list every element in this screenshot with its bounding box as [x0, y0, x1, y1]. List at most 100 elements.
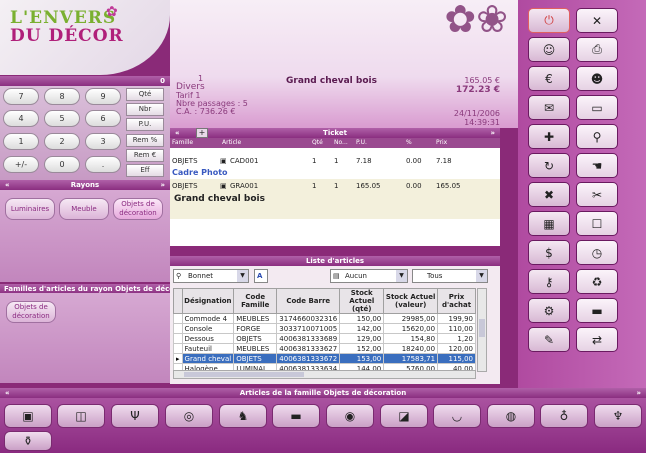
settings-icon[interactable]: ⚙ — [528, 298, 570, 323]
article-tray-icon[interactable]: ▬ — [272, 404, 320, 428]
article-cards-icon[interactable]: ◪ — [380, 404, 428, 428]
refresh-icon[interactable]: ↻ — [528, 153, 570, 178]
article-jar-icon[interactable]: ⚱ — [4, 431, 52, 451]
trash-icon[interactable]: ✖ — [528, 182, 570, 207]
power-icon[interactable]: ⏻ — [528, 8, 570, 33]
ticket-pct: 0.00 — [406, 157, 422, 165]
horizontal-scrollbar[interactable] — [173, 370, 476, 379]
ticket-row[interactable]: OBJETS ▣ CAD001 1 1 7.18 0.00 7.18 — [170, 156, 500, 166]
col-prix: Prix — [434, 138, 500, 148]
chat-icon[interactable]: ✉ — [528, 95, 570, 120]
recycle-icon[interactable]: ♻ — [576, 269, 618, 294]
key-dot[interactable]: . — [85, 156, 121, 173]
card-icon[interactable]: ▭ — [576, 95, 618, 120]
nbr-button[interactable]: Nbr — [126, 103, 164, 116]
article-vase-icon[interactable]: ♁ — [540, 404, 588, 428]
key-3[interactable]: 3 — [85, 133, 121, 150]
chevron-down-icon[interactable]: ▼ — [396, 270, 407, 282]
collapse-icon[interactable]: « — [175, 128, 180, 138]
scroll-right-icon[interactable]: » — [636, 388, 641, 398]
scope-combo[interactable]: Tous ▼ — [412, 269, 488, 283]
eff-button[interactable]: Eff — [126, 164, 164, 177]
rem-euro-button[interactable]: Rem € — [126, 149, 164, 162]
gift-icon[interactable]: ✚ — [528, 124, 570, 149]
col-code-barre[interactable]: Code Barre — [276, 288, 341, 314]
key-icon[interactable]: ⚷ — [528, 269, 570, 294]
list-header: Liste d'articles — [170, 256, 500, 266]
transfer-icon[interactable]: ⇄ — [576, 327, 618, 352]
euro-icon[interactable]: € — [528, 66, 570, 91]
col-stock-valeur[interactable]: Stock Actuel (valeur) — [383, 288, 439, 314]
scissors-icon[interactable]: ✂ — [576, 182, 618, 207]
qte-button[interactable]: Qté — [126, 88, 164, 101]
famille-objets-decoration[interactable]: Objets de décoration — [6, 301, 56, 323]
alpha-filter-button[interactable]: A — [254, 269, 268, 283]
col-prix-achat[interactable]: Prix d'achat — [437, 288, 476, 314]
key-0[interactable]: 0 — [44, 156, 80, 173]
rayon-objets-decoration[interactable]: Objets de décoration — [113, 198, 163, 220]
table-row[interactable]: Fauteuil MEUBLES 4006381333627 152,00 18… — [173, 343, 476, 354]
cash-icon[interactable]: $ — [528, 240, 570, 265]
chevron-down-icon[interactable]: ▼ — [476, 270, 487, 282]
customer-icon[interactable]: ☺ — [528, 37, 570, 62]
col-stock-qte[interactable]: Stock Actuel (qté) — [339, 288, 385, 314]
key-5[interactable]: 5 — [44, 110, 80, 127]
clock-icon[interactable]: ◷ — [576, 240, 618, 265]
rayon-luminaires[interactable]: Luminaires — [5, 198, 55, 220]
ticket-row: OBJETS ▣ GRA001 1 1 165.05 0.00 165.05 — [170, 181, 500, 191]
drawer-icon[interactable]: ☐ — [576, 211, 618, 236]
article-plates-icon[interactable]: ◎ — [165, 404, 213, 428]
scroll-right-icon[interactable]: » — [160, 180, 165, 190]
hand-icon[interactable]: ☚ — [576, 153, 618, 178]
col-code-famille[interactable]: Code Famille — [233, 288, 278, 314]
col-designation[interactable]: Désignation — [181, 288, 235, 314]
key-8[interactable]: 8 — [44, 88, 80, 105]
article-horse-icon[interactable]: ♞ — [219, 404, 267, 428]
rayon-meuble[interactable]: Meuble — [59, 198, 109, 220]
cell: 129,00 — [339, 333, 385, 344]
rayons-title: Rayons — [70, 181, 100, 189]
table-row-selected[interactable]: ▸ Grand cheval OBJETS 4006381333672 153,… — [173, 353, 476, 364]
cell: Commode 4 — [181, 313, 235, 324]
article-book-icon[interactable]: ◫ — [57, 404, 105, 428]
calculator-icon[interactable]: ▦ — [528, 211, 570, 236]
key-4[interactable]: 4 — [3, 110, 39, 127]
key-plusminus[interactable]: +/- — [3, 156, 39, 173]
expand-icon[interactable]: » — [490, 128, 495, 138]
article-bowl-icon[interactable]: ◡ — [433, 404, 481, 428]
article-frame-icon[interactable]: ▣ — [4, 404, 52, 428]
search-combo[interactable]: ⚲ Bonnet ▼ — [173, 269, 249, 283]
key-7[interactable]: 7 — [3, 88, 39, 105]
scroll-left-icon[interactable]: « — [5, 180, 10, 190]
scroll-left-icon[interactable]: « — [5, 388, 10, 398]
table-row[interactable]: Dessous OBJETS 4006381333689 129,00 154,… — [173, 333, 476, 344]
search-icon[interactable]: ⚲ — [576, 124, 618, 149]
cell: 120,00 — [437, 343, 476, 354]
edit-icon[interactable]: ✎ — [528, 327, 570, 352]
ticket-add-button[interactable]: + — [196, 128, 208, 138]
vertical-scrollbar[interactable] — [477, 288, 487, 372]
table-row[interactable]: Console FORGE 3033710071005 142,00 15620… — [173, 323, 476, 334]
key-2[interactable]: 2 — [44, 133, 80, 150]
ticket-row-selected[interactable]: OBJETS ▣ GRA001 1 1 165.05 0.00 165.05 G… — [170, 179, 500, 219]
payment-card-icon[interactable]: ▬ — [576, 298, 618, 323]
scrollbar-thumb[interactable] — [184, 372, 304, 377]
chevron-down-icon[interactable]: ▼ — [237, 270, 248, 282]
table-row[interactable]: Commode 4 MEUBLES 3174660032316 150,00 2… — [173, 313, 476, 324]
pu-button[interactable]: P.U. — [126, 118, 164, 131]
article-candelabra-icon[interactable]: Ψ — [111, 404, 159, 428]
scrollbar-thumb[interactable] — [479, 319, 485, 337]
logo: L'ENVERS DU DÉCOR ✿ — [0, 0, 170, 75]
article-dishes-icon[interactable]: ◉ — [326, 404, 374, 428]
article-basket-icon[interactable]: ◍ — [487, 404, 535, 428]
article-glass-icon[interactable]: ♆ — [594, 404, 642, 428]
filter-combo[interactable]: ▤ Aucun ▼ — [330, 269, 408, 283]
close-icon[interactable]: ✕ — [576, 8, 618, 33]
key-1[interactable]: 1 — [3, 133, 39, 150]
article-icon: ▣ — [220, 157, 227, 165]
key-6[interactable]: 6 — [85, 110, 121, 127]
key-9[interactable]: 9 — [85, 88, 121, 105]
rem-pct-button[interactable]: Rem % — [126, 134, 164, 147]
user-icon[interactable]: ☻ — [576, 66, 618, 91]
printer-icon[interactable]: ⎙ — [576, 37, 618, 62]
